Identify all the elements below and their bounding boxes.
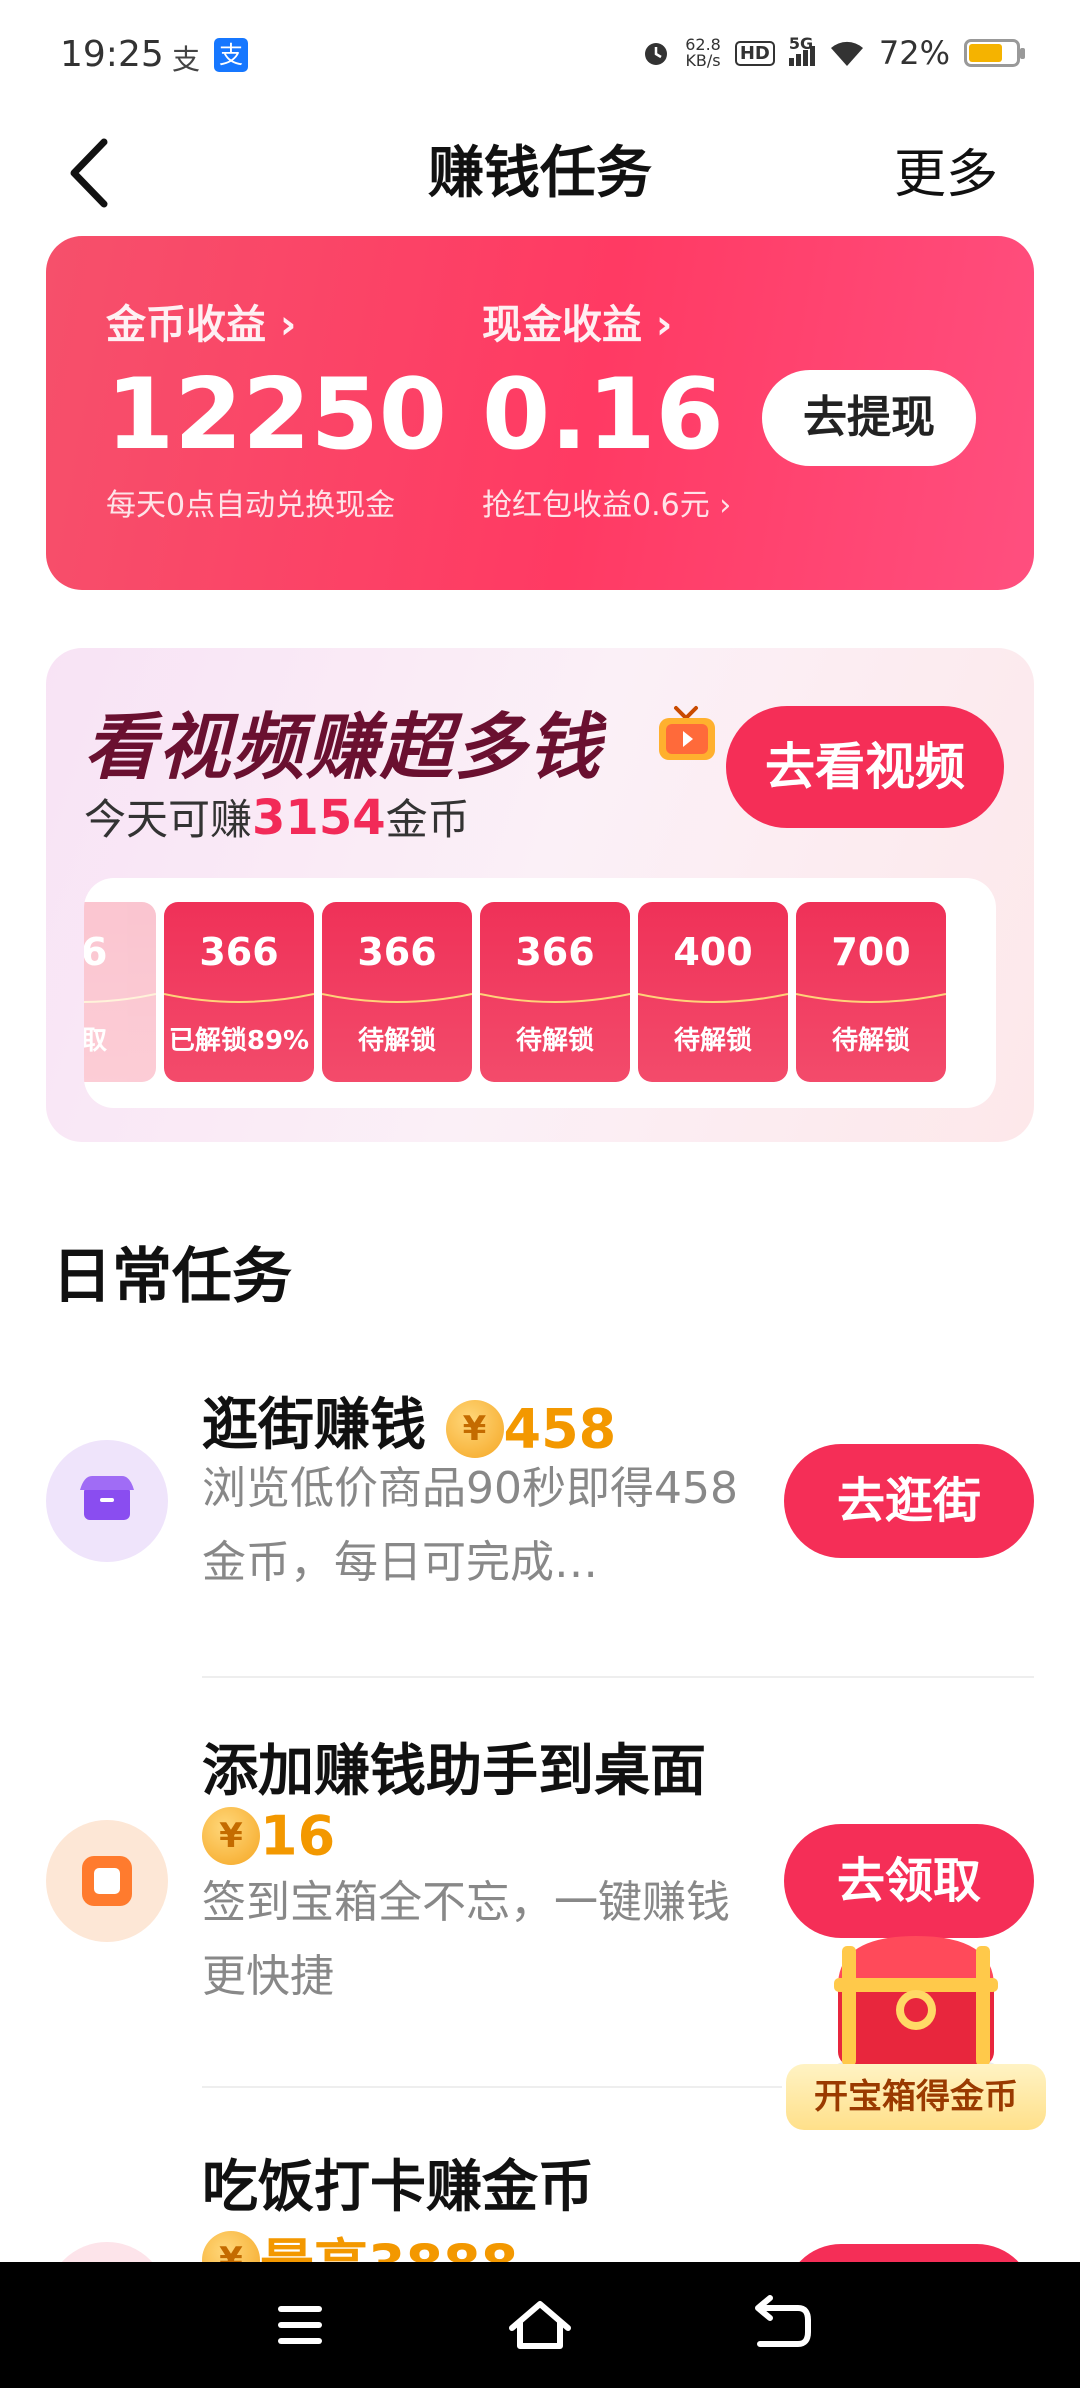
video-stage[interactable]: 400 待解锁 bbox=[638, 902, 788, 1082]
treasure-chest-label: 开宝箱得金币 bbox=[786, 2064, 1046, 2130]
task-meal-checkin: 吃饭打卡赚金币 ¥最高3888 bbox=[0, 2134, 1080, 2262]
video-stage[interactable]: 66 领取 bbox=[84, 902, 156, 1082]
status-bar: 19:25 支 支 62.8 KB/s HD 5G 72% bbox=[0, 0, 1080, 118]
task-reward: 458 bbox=[503, 1397, 617, 1461]
shop-icon bbox=[46, 1440, 168, 1562]
back-icon[interactable] bbox=[720, 2262, 840, 2388]
video-stage-status: 待解锁 bbox=[673, 1026, 752, 1056]
alipay-icon: 支 bbox=[214, 38, 248, 72]
top-nav: 赚钱任务 更多 bbox=[0, 118, 1080, 238]
video-stage[interactable]: 366 待解锁 bbox=[480, 902, 630, 1082]
watch-video-button[interactable]: 去看视频 bbox=[726, 706, 1004, 828]
stage-curve-decoration bbox=[796, 993, 946, 1003]
task-title: 逛街赚钱 bbox=[202, 1393, 426, 1458]
task-description: 浏览低价商品90秒即得458金币，每日可完成… bbox=[202, 1463, 738, 1588]
withdraw-button[interactable]: 去提现 bbox=[762, 370, 976, 466]
video-earn-prefix: 今天可赚 bbox=[84, 795, 253, 844]
coin-earnings-label: 金币收益 › bbox=[106, 302, 297, 348]
task-reward: 16 bbox=[260, 1804, 336, 1868]
signal-icon: 5G bbox=[788, 34, 815, 66]
divider bbox=[202, 2086, 782, 2088]
video-earn-suffix: 金币 bbox=[385, 795, 470, 844]
network-speed: 62.8 KB/s bbox=[685, 37, 721, 69]
video-earn-today: 今天可赚3154金币 bbox=[84, 786, 470, 847]
home-icon[interactable] bbox=[480, 2262, 600, 2388]
task-name: 逛街赚钱 ¥458 bbox=[202, 1380, 616, 1461]
app-shortcut-icon bbox=[46, 1820, 168, 1942]
divider bbox=[202, 1676, 1034, 1678]
treasure-chest[interactable]: 开宝箱得金币 bbox=[786, 1916, 1046, 2136]
wifi-icon bbox=[830, 41, 863, 66]
go-shopping-button[interactable]: 去逛街 bbox=[784, 1444, 1034, 1558]
coin-earnings[interactable]: 金币收益 › 12250 每天0点自动兑换现金 bbox=[106, 292, 447, 524]
video-stage-amount: 366 bbox=[357, 930, 437, 974]
task-reward-row: ¥16 bbox=[202, 1800, 335, 1867]
video-stage-strip[interactable]: 66 领取 366 已解锁89% 366 待解锁 366 待解锁 400 待解锁 700 待解锁 bbox=[84, 878, 996, 1108]
treasure-chest-icon bbox=[834, 1936, 998, 2076]
daily-tasks-title: 日常任务 bbox=[52, 1242, 292, 1312]
alarm-icon bbox=[645, 43, 668, 65]
tv-icon bbox=[659, 706, 715, 760]
network-speed-unit: KB/s bbox=[685, 51, 721, 70]
meal-checkin-button[interactable] bbox=[784, 2244, 1034, 2262]
cash-earnings-label: 现金收益 › bbox=[482, 302, 673, 348]
video-stage-amount: 366 bbox=[515, 930, 595, 974]
coin-icon: ¥ bbox=[202, 1806, 260, 1865]
stage-curve-decoration bbox=[480, 993, 630, 1003]
video-stage-status: 待解锁 bbox=[357, 1026, 436, 1056]
stage-curve-decoration bbox=[322, 993, 472, 1003]
system-nav-bar bbox=[0, 2262, 1080, 2388]
stage-curve-decoration bbox=[638, 993, 788, 1003]
status-time: 19:25 bbox=[60, 34, 164, 75]
video-stage-amount: 366 bbox=[199, 930, 279, 974]
earnings-card: 金币收益 › 12250 每天0点自动兑换现金 现金收益 › 0.16 抢红包收… bbox=[46, 236, 1034, 590]
coin-earnings-note: 每天0点自动兑换现金 bbox=[106, 488, 396, 523]
stage-curve-decoration bbox=[84, 993, 156, 1003]
meal-icon bbox=[46, 2242, 168, 2262]
task-description: 签到宝箱全不忘，一键赚钱更快捷 bbox=[202, 1877, 730, 2002]
status-indicators: 62.8 KB/s HD 5G 72% bbox=[641, 34, 1025, 72]
video-earn-amount: 3154 bbox=[252, 790, 386, 846]
task-shopping: 逛街赚钱 ¥458 浏览低价商品90秒即得458金币，每日可完成… 去逛街 bbox=[0, 1380, 1080, 1640]
task-reward-row: ¥最高3888 bbox=[202, 2220, 518, 2262]
task-title: 吃饭打卡赚金币 bbox=[202, 2155, 594, 2220]
alipay-outline-icon: 支 bbox=[172, 43, 201, 76]
menu-icon[interactable] bbox=[240, 2262, 360, 2388]
task-reward: 最高3888 bbox=[260, 2233, 518, 2262]
red-packet-earnings-link[interactable]: 抢红包收益0.6元 › bbox=[482, 480, 731, 524]
video-stage[interactable]: 366 已解锁89% bbox=[164, 902, 314, 1082]
video-stage-status: 已解锁89% bbox=[168, 1026, 310, 1056]
task-title: 添加赚钱助手到桌面 bbox=[202, 1739, 706, 1804]
video-stage-status: 领取 bbox=[84, 1026, 107, 1056]
video-stage[interactable]: 700 待解锁 bbox=[796, 902, 946, 1082]
video-stage-amount: 66 bbox=[84, 930, 108, 974]
cash-earnings[interactable]: 现金收益 › 0.16 抢红包收益0.6元 › bbox=[482, 292, 731, 524]
video-stage-status: 待解锁 bbox=[831, 1026, 910, 1056]
stage-curve-decoration bbox=[164, 993, 314, 1003]
video-stage-amount: 400 bbox=[673, 930, 753, 974]
coin-icon: ¥ bbox=[445, 1399, 504, 1458]
cash-earnings-value: 0.16 bbox=[482, 358, 724, 472]
battery-percent: 72% bbox=[878, 34, 950, 72]
more-button[interactable]: 更多 bbox=[894, 132, 998, 207]
coin-icon: ¥ bbox=[202, 2230, 260, 2262]
coin-earnings-value: 12250 bbox=[106, 358, 447, 472]
video-card-title: 看视频赚超多钱 bbox=[84, 705, 603, 789]
video-stage[interactable]: 366 待解锁 bbox=[322, 902, 472, 1082]
battery-icon bbox=[964, 39, 1025, 67]
hd-icon: HD bbox=[734, 40, 775, 66]
watch-video-card: 看视频赚超多钱 今天可赚3154金币 去看视频 66领取366已解锁89%366… bbox=[46, 648, 1034, 1142]
video-stage-amount: 700 bbox=[831, 930, 911, 974]
video-stage-status: 待解锁 bbox=[515, 1026, 594, 1056]
network-type: 5G bbox=[788, 34, 814, 53]
